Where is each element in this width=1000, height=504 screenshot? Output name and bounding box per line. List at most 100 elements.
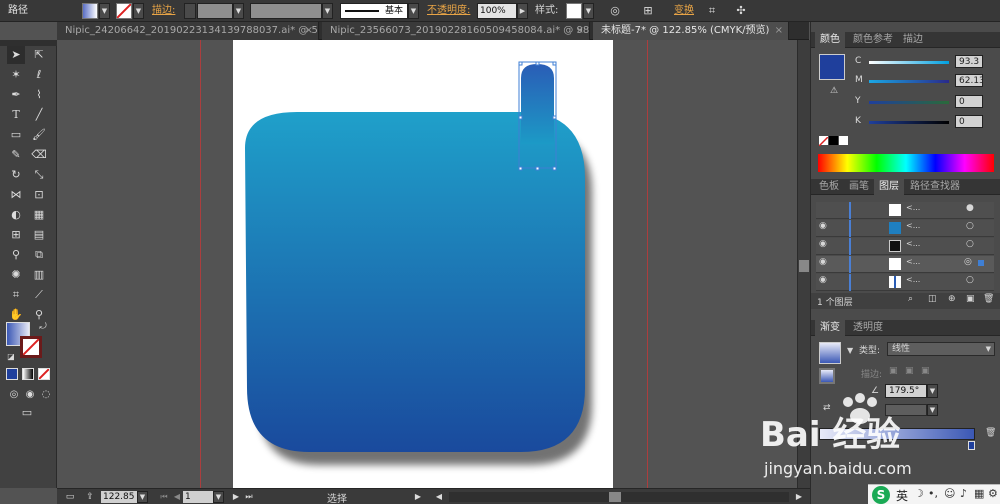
emoji-icon[interactable]: ☺ <box>944 487 955 500</box>
target-circle-icon[interactable]: ○ <box>966 275 974 285</box>
stroke-weight-dropdown-icon[interactable]: ▼ <box>233 3 244 19</box>
brush-profile-dropdown-icon[interactable]: ▼ <box>408 3 419 19</box>
color-preview-swatch[interactable] <box>819 54 845 80</box>
width-tool-icon[interactable]: ⋈ <box>7 186 25 204</box>
opacity-label[interactable]: 不透明度: <box>427 3 470 19</box>
scroll-left-icon[interactable]: ◀ <box>430 488 448 504</box>
rounded-square-shape[interactable] <box>245 112 585 452</box>
slice-tool-icon[interactable]: ⟋ <box>30 286 48 304</box>
zoom-dropdown-icon[interactable]: ▼ <box>137 491 148 503</box>
gradient-type-select[interactable]: 线性 ▼ <box>887 342 995 356</box>
column-graph-tool-icon[interactable]: ▥ <box>30 266 48 284</box>
aspect-ratio-dropdown-icon[interactable]: ▼ <box>927 404 938 416</box>
screen-mode-icon[interactable]: ▭ <box>17 404 37 422</box>
gradient-stroke-swatch[interactable] <box>819 368 835 384</box>
reverse-gradient-icon[interactable]: ⇄ <box>823 403 831 413</box>
layer-row[interactable]: ◉ <... ○ <box>816 238 994 255</box>
target-circle-icon[interactable]: ● <box>966 203 974 213</box>
stroke-across-icon[interactable]: ▣ <box>921 366 930 376</box>
channel-y-field[interactable]: 0 <box>955 95 983 108</box>
channel-c-slider[interactable] <box>869 61 949 64</box>
layer-row[interactable]: <... ● <box>816 202 994 219</box>
tab-stroke[interactable]: 描边 <box>898 32 928 48</box>
selection-tool-icon[interactable]: ➤ <box>7 46 25 64</box>
gradient-preview-swatch[interactable] <box>819 342 841 364</box>
aspect-ratio-field[interactable] <box>885 404 927 416</box>
stroke-along-icon[interactable]: ▣ <box>905 366 914 376</box>
color-spectrum-bar[interactable] <box>818 154 994 172</box>
scroll-right-icon[interactable]: ▶ <box>790 488 808 504</box>
stroke-none-swatch[interactable] <box>116 3 132 19</box>
fill-swatch[interactable] <box>82 3 98 19</box>
vertical-scroll-thumb[interactable] <box>799 260 809 272</box>
paintbrush-tool-icon[interactable]: 🖌︎ <box>30 126 48 144</box>
zoom-field[interactable]: 122.85 <box>101 491 137 503</box>
graphic-style-swatch[interactable] <box>566 3 582 19</box>
stroke-weight-field[interactable] <box>197 3 233 19</box>
ime-settings-icon[interactable]: ⚙ <box>988 487 998 500</box>
canvas-area[interactable] <box>57 40 797 488</box>
variable-width-dropdown-icon[interactable]: ▼ <box>322 3 333 19</box>
none-color-chip[interactable] <box>818 136 829 147</box>
stroke-label[interactable]: 描边: <box>152 3 175 19</box>
transform-label[interactable]: 变换 <box>674 3 694 19</box>
new-layer-icon[interactable]: ▣ <box>966 294 975 304</box>
layer-row[interactable]: ◉ <... ○ <box>816 220 994 237</box>
punctuation-icon[interactable]: •, <box>928 487 938 500</box>
draw-inside-icon[interactable]: ◌ <box>37 386 55 404</box>
pencil-tool-icon[interactable]: ✎ <box>7 146 25 164</box>
visibility-eye-icon[interactable]: ◉ <box>819 275 827 285</box>
eraser-tool-icon[interactable]: ⌫ <box>30 146 48 164</box>
close-tab-icon[interactable]: × <box>305 22 313 40</box>
artboard-tool-icon[interactable]: ⌗ <box>7 286 25 304</box>
artboard-dropdown-icon[interactable]: ▼ <box>213 491 224 503</box>
blend-tool-icon[interactable]: ⧉ <box>30 246 48 264</box>
artboard-number-field[interactable]: 1 <box>183 491 213 503</box>
voice-icon[interactable]: ♪ <box>960 487 967 500</box>
target-circle-icon[interactable]: ○ <box>966 239 974 249</box>
default-colors-icon[interactable]: ◪ <box>2 348 20 366</box>
white-color-chip[interactable] <box>839 136 848 145</box>
channel-m-slider[interactable] <box>869 80 949 83</box>
color-mode-button[interactable] <box>6 368 18 380</box>
graphic-style-dropdown-icon[interactable]: ▼ <box>583 3 594 19</box>
close-tab-icon[interactable]: × <box>775 22 783 40</box>
stroke-within-icon[interactable]: ▣ <box>889 366 898 376</box>
stroke-dropdown-icon[interactable]: ▼ <box>133 3 144 19</box>
gradient-stop-right[interactable] <box>968 441 975 450</box>
target-circle-icon[interactable]: ◎ <box>964 257 972 267</box>
arrange-icon[interactable]: ✣ <box>732 2 750 20</box>
eyedropper-tool-icon[interactable]: ⚲ <box>7 246 25 264</box>
half-width-moon-icon[interactable]: ☽ <box>914 487 924 500</box>
none-mode-button[interactable] <box>38 368 50 380</box>
delete-layer-icon[interactable]: 🗑︎ <box>983 294 994 304</box>
stroke-weight-stepper[interactable] <box>184 3 196 19</box>
scale-tool-icon[interactable]: ⤡ <box>30 166 48 184</box>
ime-logo-icon[interactable]: S <box>872 486 890 504</box>
out-of-gamut-icon[interactable]: ⚠ <box>825 82 843 100</box>
tab-layers[interactable]: 图层 <box>874 179 904 195</box>
fill-dropdown-icon[interactable]: ▼ <box>99 3 110 19</box>
keyboard-icon[interactable]: ▦ <box>974 487 984 500</box>
direct-selection-tool-icon[interactable]: ⇱ <box>30 46 48 64</box>
symbol-sprayer-tool-icon[interactable]: ✺ <box>7 266 25 284</box>
document-tab-1[interactable]: Nipic_24206642_20190223134139788037.ai* … <box>57 22 319 40</box>
tab-pathfinder[interactable]: 路径查找器 <box>905 179 965 195</box>
perspective-grid-tool-icon[interactable]: ▦ <box>30 206 48 224</box>
locate-object-icon[interactable]: ⌕ <box>908 294 913 304</box>
channel-k-slider[interactable] <box>869 121 949 124</box>
status-menu-icon[interactable]: ▶ <box>409 488 427 504</box>
channel-k-field[interactable]: 0 <box>955 115 983 128</box>
gradient-mode-button[interactable] <box>22 368 34 380</box>
share-icon[interactable]: ⇪ <box>81 488 99 504</box>
align-options-icon[interactable]: ⊞ <box>639 2 657 20</box>
delete-stop-icon[interactable]: 🗑︎ <box>985 428 996 438</box>
type-tool-icon[interactable]: T <box>7 106 25 124</box>
layer-row-selected[interactable]: ◉ <... ◎ <box>816 256 994 273</box>
ime-language-indicator[interactable]: 英 <box>896 487 908 504</box>
gradient-angle-field[interactable]: 179.5° <box>885 384 927 398</box>
visibility-eye-icon[interactable]: ◉ <box>819 221 827 231</box>
gradient-ramp-slider[interactable] <box>819 428 975 440</box>
vertical-scrollbar[interactable] <box>797 40 810 488</box>
document-tab-active[interactable]: 未标题-7* @ 122.85% (CMYK/预览) × <box>593 22 789 40</box>
